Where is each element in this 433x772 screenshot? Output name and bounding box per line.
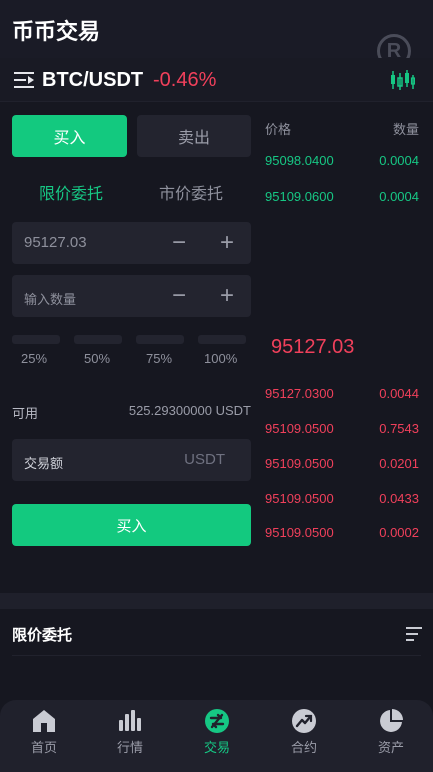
ask-price: 95109.0500 — [265, 421, 334, 436]
orders-section-title: 限价委托 — [12, 627, 73, 644]
orderbook-qty-header: 数量 — [392, 122, 419, 137]
ask-price: 95109.0500 — [265, 491, 334, 506]
quantity-decrease-button[interactable]: − — [164, 280, 194, 312]
page-title: 币币交易 — [12, 19, 101, 44]
price-value[interactable]: 95127.03 — [24, 234, 87, 251]
bid-price: 95109.0600 — [265, 189, 334, 204]
ask-price: 95127.0300 — [265, 386, 334, 401]
ask-row[interactable]: 95109.0500 0.7543 — [265, 421, 419, 441]
nav-label-trade: 交易 — [203, 740, 230, 755]
percent-50-bar[interactable] — [74, 335, 122, 344]
ask-qty: 0.0002 — [379, 525, 419, 540]
price-input[interactable]: 95127.03 − + — [12, 222, 251, 264]
percent-25-bar[interactable] — [12, 335, 60, 344]
orderbook-price-header: 价格 — [265, 122, 292, 137]
quantity-input[interactable]: 输入数量 − + — [12, 275, 251, 317]
percent-75-bar[interactable] — [136, 335, 184, 344]
amount-label: 交易额 — [24, 456, 64, 471]
kline-chart-icon[interactable] — [389, 69, 415, 91]
home-icon — [33, 710, 55, 732]
nav-label-assets: 资产 — [377, 740, 404, 755]
trade-icon — [205, 709, 229, 733]
price-decrease-button[interactable]: − — [164, 227, 194, 259]
last-price: 95127.03 — [271, 336, 355, 358]
percent-100-bar[interactable] — [198, 335, 246, 344]
pair-symbol[interactable]: BTC/USDT — [42, 69, 143, 92]
ask-row[interactable]: 95127.0300 0.0044 — [265, 386, 419, 406]
menu-icon[interactable] — [14, 71, 34, 89]
ask-qty: 0.0201 — [379, 456, 419, 471]
ask-qty: 0.0044 — [379, 386, 419, 401]
nav-label-market: 行情 — [116, 740, 143, 755]
bid-price: 95098.0400 — [265, 153, 334, 168]
limit-order-tab[interactable]: 限价委托 — [39, 180, 103, 204]
nav-item-assets[interactable]: 资产 — [348, 700, 433, 772]
page-header: 币币交易 R — [0, 0, 433, 68]
available-label: 可用 — [12, 406, 39, 421]
ask-row[interactable]: 95109.0500 0.0201 — [265, 456, 419, 476]
bid-row[interactable]: 95098.0400 0.0004 — [265, 153, 419, 173]
bid-row[interactable]: 95109.0600 0.0004 — [265, 189, 419, 209]
ask-qty: 0.7543 — [379, 421, 419, 436]
sell-tab[interactable]: 卖出 — [137, 115, 251, 157]
percent-25-label[interactable]: 25% — [21, 351, 47, 366]
ask-price: 95109.0500 — [265, 456, 334, 471]
percent-75-label[interactable]: 75% — [146, 351, 172, 366]
buy-tab[interactable]: 买入 — [12, 115, 127, 157]
bottom-nav: 首页 行情 交易 合约 资产 — [0, 700, 433, 772]
pair-change: -0.46% — [153, 69, 217, 91]
amount-unit: USDT — [184, 451, 225, 468]
ask-row[interactable]: 95109.0500 0.0002 — [265, 525, 419, 545]
available-value: 525.29300000 USDT — [128, 403, 251, 418]
percent-50-label[interactable]: 50% — [84, 351, 110, 366]
nav-item-market[interactable]: 行情 — [87, 700, 173, 772]
buy-submit-button[interactable]: 买入 — [12, 504, 251, 546]
contract-icon — [292, 709, 316, 733]
amount-input[interactable]: 交易额 USDT — [12, 439, 251, 481]
ask-price: 95109.0500 — [265, 525, 334, 540]
nav-item-trade[interactable]: 交易 — [174, 700, 260, 772]
assets-icon — [380, 709, 403, 732]
market-icon — [119, 710, 141, 731]
section-divider-line — [12, 655, 421, 656]
section-divider — [0, 593, 433, 609]
nav-label-home: 首页 — [30, 740, 57, 755]
percent-100-label[interactable]: 100% — [204, 351, 237, 366]
bid-qty: 0.0004 — [379, 189, 419, 204]
trade-page: 币币交易 R BTC/USDT -0.46% 买入 卖出 限价委托 市价委托 9… — [0, 0, 433, 772]
ask-qty: 0.0433 — [379, 491, 419, 506]
nav-item-home[interactable]: 首页 — [1, 700, 87, 772]
quantity-increase-button[interactable]: + — [212, 280, 242, 312]
price-increase-button[interactable]: + — [212, 227, 242, 259]
ask-row[interactable]: 95109.0500 0.0433 — [265, 491, 419, 511]
nav-label-contract: 合约 — [290, 740, 317, 755]
nav-item-contract[interactable]: 合约 — [261, 700, 347, 772]
market-order-tab[interactable]: 市价委托 — [159, 180, 223, 204]
pair-bar: BTC/USDT -0.46% — [0, 58, 433, 102]
quantity-placeholder[interactable]: 输入数量 — [24, 289, 76, 308]
bid-qty: 0.0004 — [379, 153, 419, 168]
list-icon[interactable] — [406, 627, 422, 641]
